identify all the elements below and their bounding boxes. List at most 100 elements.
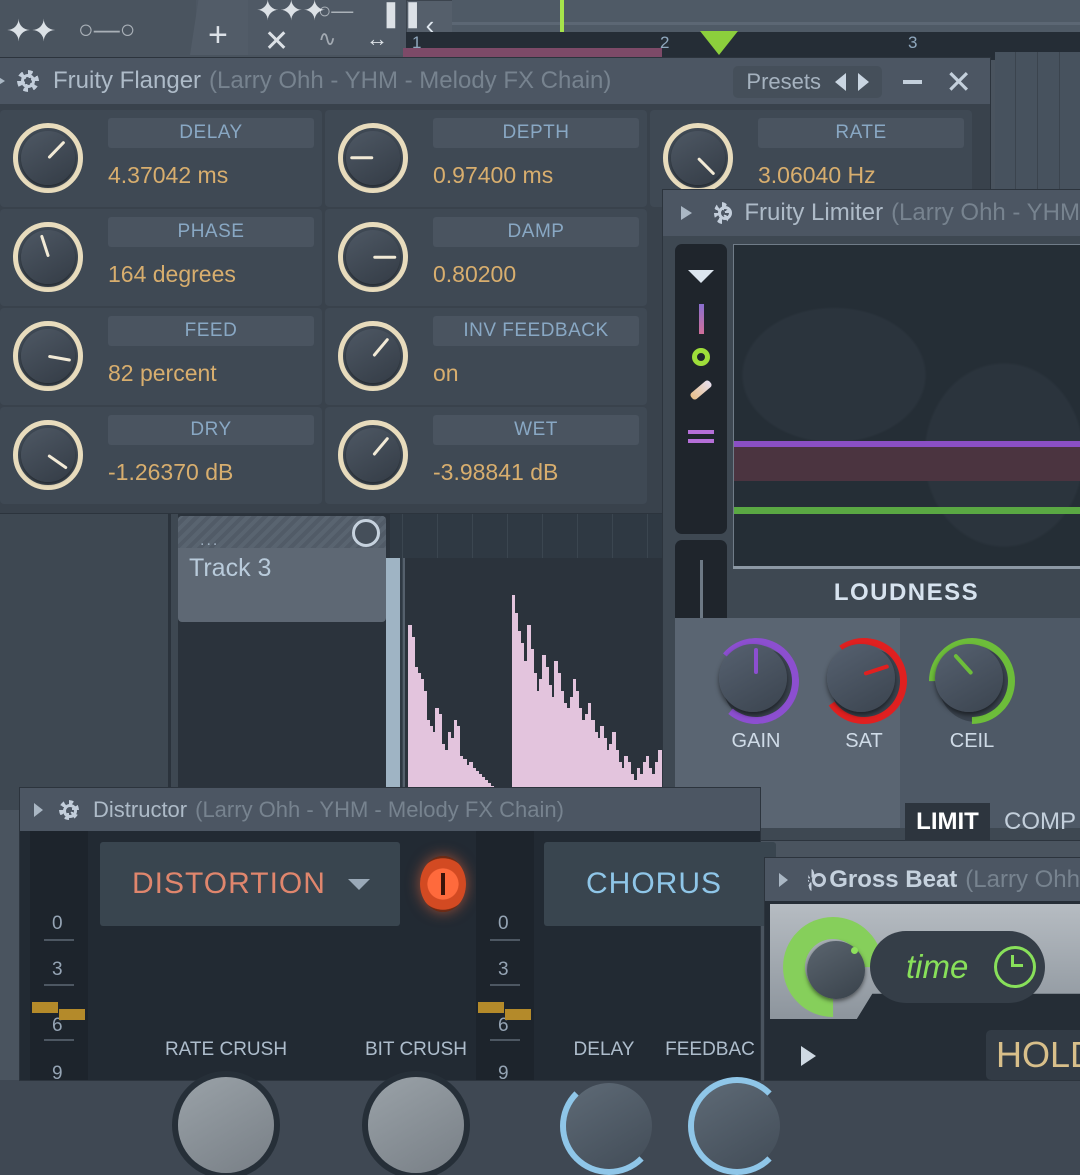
next-preset-icon[interactable] bbox=[858, 73, 869, 91]
track-mute-knob[interactable] bbox=[352, 519, 380, 547]
expand-arrow-icon[interactable] bbox=[0, 74, 5, 88]
flanger-param-value[interactable]: 0.97400 ms bbox=[433, 162, 553, 189]
flanger-knob-depth[interactable] bbox=[338, 123, 408, 193]
flanger-knob-delay[interactable] bbox=[13, 123, 83, 193]
close-icon[interactable]: ✕ bbox=[945, 66, 972, 98]
flanger-param-value[interactable]: 0.80200 bbox=[433, 261, 516, 288]
distortion-meter[interactable]: 0 3 6 9 bbox=[30, 831, 88, 1084]
gear-icon[interactable] bbox=[714, 202, 733, 224]
flanger-param-value[interactable]: 82 percent bbox=[108, 360, 217, 387]
clock-icon bbox=[994, 946, 1037, 988]
flanger-knob-phase[interactable] bbox=[13, 222, 83, 292]
gear-icon[interactable] bbox=[59, 800, 79, 820]
flanger-param-cell: WET -3.98841 dB bbox=[325, 407, 647, 504]
previous-preset-icon[interactable] bbox=[835, 73, 846, 91]
flanger-knob-feed[interactable] bbox=[13, 321, 83, 391]
expand-arrow-icon[interactable] bbox=[34, 802, 43, 817]
resize-horizontal-icon[interactable]: ↔ bbox=[366, 26, 388, 52]
limiter-tool-sidebar[interactable] bbox=[675, 244, 727, 534]
power-button-icon[interactable] bbox=[420, 856, 466, 912]
flanger-param-value[interactable]: 4.37042 ms bbox=[108, 162, 228, 189]
expand-arrow-icon[interactable] bbox=[681, 206, 692, 220]
flanger-param-value[interactable]: -3.98841 dB bbox=[433, 459, 558, 486]
presets-label: Presets bbox=[746, 69, 821, 94]
knob-body bbox=[935, 644, 1003, 712]
chorus-section: CHORUS DELAY FEEDBAC bbox=[544, 831, 786, 1175]
meter-tick-3: 3 bbox=[498, 959, 509, 980]
ring-target-icon[interactable] bbox=[675, 348, 727, 366]
limiter-knob-gain[interactable] bbox=[709, 634, 803, 728]
flanger-title-bar[interactable]: Fruity Flanger (Larry Ohh - YHM - Melody… bbox=[0, 58, 990, 104]
meter-line bbox=[44, 984, 74, 986]
gear-icon[interactable] bbox=[17, 70, 39, 92]
playlist-track-header-column bbox=[0, 510, 178, 810]
waveform-icon[interactable]: ✦✦ bbox=[6, 14, 56, 49]
playlist-track-name: Track 3 bbox=[189, 554, 272, 582]
grossbeat-mode-selector[interactable]: time bbox=[870, 931, 1045, 1003]
meter-line bbox=[490, 1039, 520, 1041]
flanger-knob-wet[interactable] bbox=[338, 420, 408, 490]
expand-arrow-icon[interactable] bbox=[779, 872, 788, 887]
equal-lines-icon[interactable] bbox=[675, 430, 727, 443]
meter-level-left bbox=[478, 1002, 504, 1013]
limiter-knob-ceil[interactable] bbox=[911, 620, 1033, 742]
flanger-param-value[interactable]: 3.06040 Hz bbox=[758, 162, 876, 189]
bit-crush-knob[interactable] bbox=[368, 1077, 464, 1173]
song-position-marker[interactable] bbox=[700, 31, 738, 55]
timeline-ruler-top[interactable] bbox=[452, 0, 1080, 32]
timeline-divider bbox=[452, 22, 1080, 25]
track-menu-icon[interactable]: ... bbox=[200, 532, 219, 550]
flanger-param-value[interactable]: on bbox=[433, 360, 459, 387]
flanger-param-value[interactable]: -1.26370 dB bbox=[108, 459, 233, 486]
chevron-down-icon[interactable] bbox=[347, 878, 370, 890]
flanger-knob-inv-feedback[interactable] bbox=[338, 321, 408, 391]
audio-clip[interactable] bbox=[403, 558, 664, 810]
hold-button[interactable]: HOLD bbox=[986, 1030, 1080, 1080]
flanger-param-value[interactable]: 164 degrees bbox=[108, 261, 236, 288]
add-icon[interactable]: + bbox=[208, 18, 228, 52]
curve-tool-icon[interactable] bbox=[675, 379, 727, 401]
limiter-ceiling-line[interactable] bbox=[734, 507, 1080, 514]
clip-selection-edge[interactable] bbox=[386, 558, 400, 810]
limit-mode-button[interactable]: LIMIT bbox=[905, 803, 990, 841]
chorus-header[interactable]: CHORUS bbox=[544, 842, 776, 926]
rate-crush-knob[interactable] bbox=[178, 1077, 274, 1173]
chorus-meter[interactable]: 0 3 6 9 bbox=[476, 831, 534, 1084]
knob-body bbox=[719, 644, 787, 712]
presets-control[interactable]: Presets bbox=[733, 66, 882, 98]
curve-icon[interactable]: ∿ bbox=[318, 26, 336, 52]
limiter-section-label: LOUDNESS bbox=[833, 579, 980, 606]
automation-link-icon[interactable]: ○—○ bbox=[78, 14, 135, 45]
meter-level-right bbox=[59, 1009, 85, 1020]
expand-arrow-icon[interactable] bbox=[801, 1046, 816, 1066]
sparkle-icon[interactable]: ✦✦✦ bbox=[256, 0, 326, 27]
pause-icon[interactable]: ❚❚ bbox=[380, 0, 424, 29]
meter-tick-0: 0 bbox=[52, 913, 63, 934]
minimize-icon[interactable] bbox=[903, 80, 922, 84]
distortion-label: DISTORTION bbox=[132, 867, 326, 900]
meter-tick-9: 9 bbox=[498, 1063, 509, 1084]
limiter-knob-sat[interactable] bbox=[814, 631, 914, 731]
dropdown-triangle-icon[interactable] bbox=[675, 270, 727, 283]
flanger-param-cell: PHASE 164 degrees bbox=[0, 209, 322, 306]
automation-node-icon[interactable]: ○— bbox=[318, 0, 353, 24]
limiter-title-bar[interactable]: Fruity Limiter (Larry Ohh - YHM bbox=[663, 190, 1080, 236]
comp-mode-button[interactable]: COMP bbox=[990, 803, 1080, 841]
rate-crush-label: RATE CRUSH bbox=[164, 1039, 288, 1060]
distructor-plugin-subtitle: (Larry Ohh - YHM - Melody FX Chain) bbox=[195, 796, 564, 822]
distructor-plugin-name: Distructor bbox=[93, 796, 188, 822]
flanger-param-cell: DEPTH 0.97400 ms bbox=[325, 110, 647, 207]
delete-x-icon[interactable]: ✕ bbox=[264, 24, 289, 59]
flanger-param-label: DAMP bbox=[433, 217, 639, 247]
flanger-param-cell: FEED 82 percent bbox=[0, 308, 322, 405]
flanger-knob-dry[interactable] bbox=[13, 420, 83, 490]
limiter-graph[interactable] bbox=[724, 244, 1080, 567]
flanger-knob-damp[interactable] bbox=[338, 222, 408, 292]
flanger-knob-rate[interactable] bbox=[663, 123, 733, 193]
grossbeat-title-bar[interactable]: Gross Beat (Larry Ohh bbox=[765, 858, 1080, 901]
gear-icon[interactable] bbox=[808, 869, 827, 891]
distortion-header[interactable]: DISTORTION bbox=[100, 842, 400, 926]
stereo-separation-icon[interactable] bbox=[675, 304, 727, 334]
distructor-title-bar[interactable]: Distructor (Larry Ohh - YHM - Melody FX … bbox=[20, 788, 760, 831]
meter-level-right bbox=[505, 1009, 531, 1020]
